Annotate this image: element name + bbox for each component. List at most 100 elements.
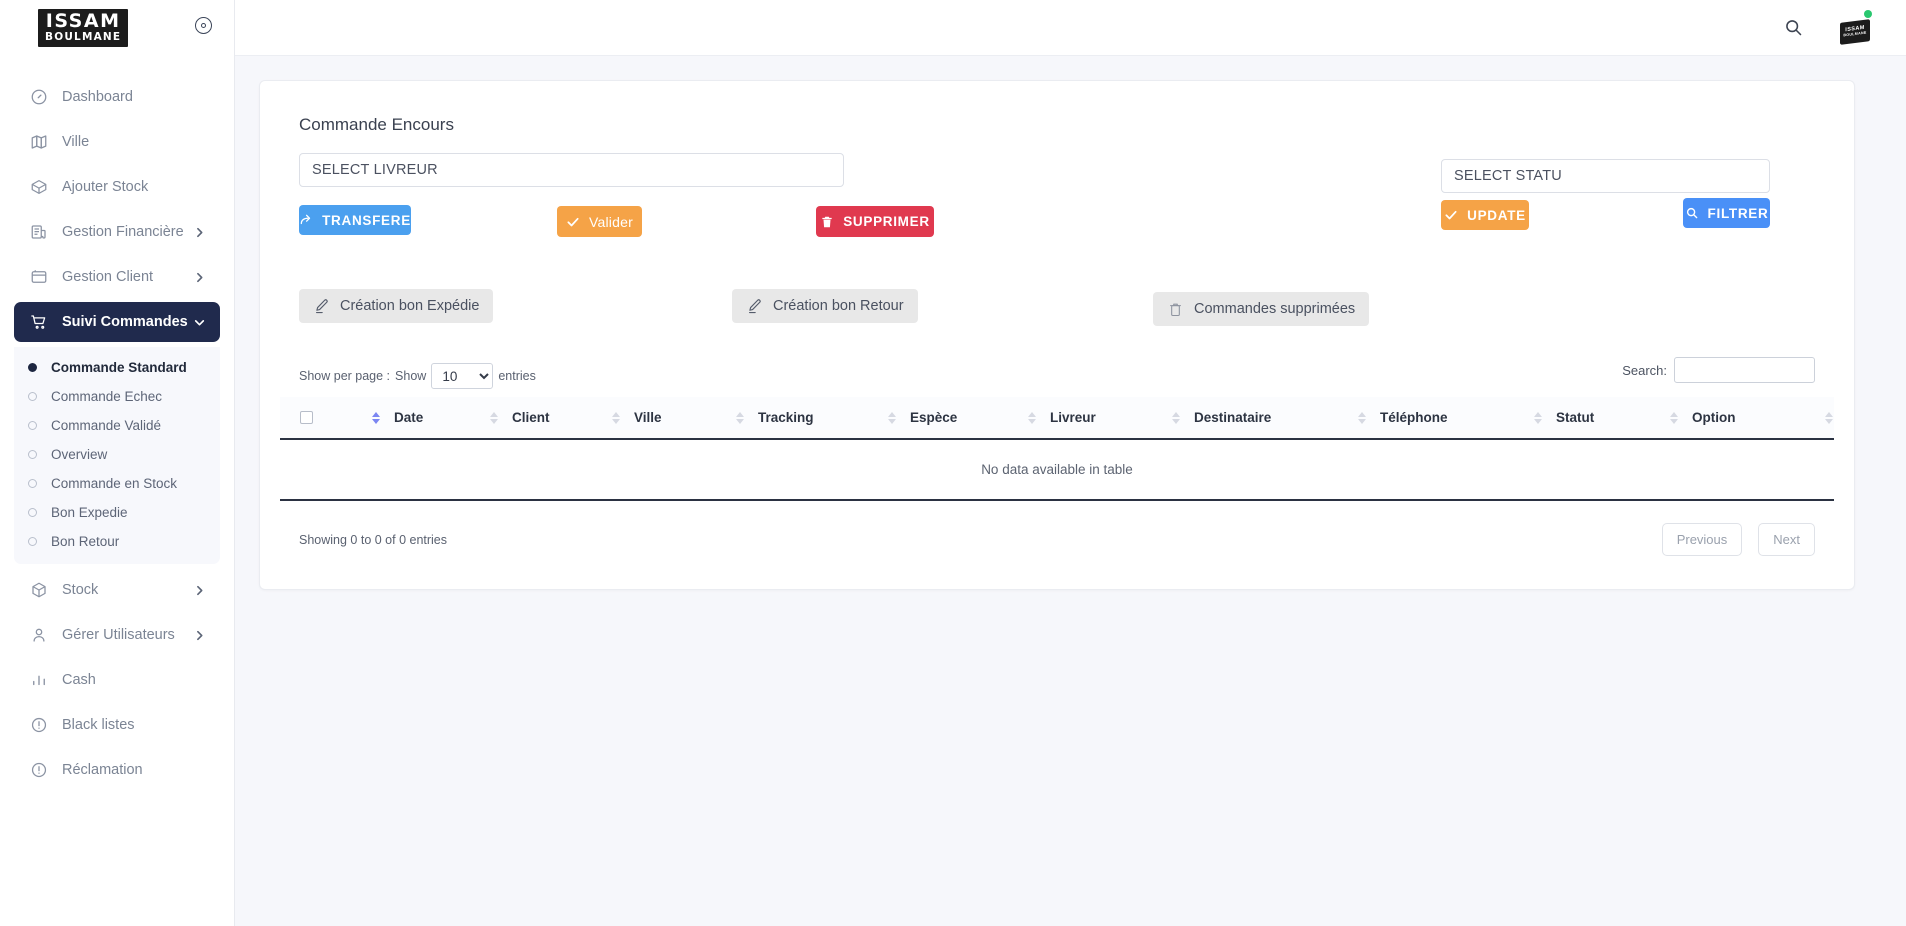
commandes-supprimees-button[interactable]: Commandes supprimées bbox=[1153, 292, 1370, 326]
sidebar-collapse-toggle-icon[interactable] bbox=[195, 17, 212, 34]
column-label: Ville bbox=[634, 410, 662, 425]
sidebar-item-label: Gestion Financière bbox=[62, 224, 184, 240]
chevron-right-icon bbox=[193, 271, 206, 284]
table-footer: Showing 0 to 0 of 0 entries Previous Nex… bbox=[280, 523, 1834, 559]
sidebar-item-reclamation[interactable]: Réclamation bbox=[14, 750, 220, 790]
sidebar-subitem-commande-echec[interactable]: Commande Echec bbox=[14, 382, 220, 411]
sidebar-subitem-commande-standard[interactable]: Commande Standard bbox=[14, 353, 220, 382]
transfere-button[interactable]: TRANSFERE bbox=[299, 205, 411, 235]
bullet-icon bbox=[28, 450, 37, 459]
sort-icon[interactable] bbox=[490, 411, 499, 425]
bullet-icon bbox=[28, 421, 37, 430]
column-label: Statut bbox=[1556, 410, 1595, 425]
page-size-select[interactable]: 10 25 50 100 bbox=[431, 363, 494, 389]
sort-icon[interactable] bbox=[612, 411, 621, 425]
sidebar-subitem-label: Commande Echec bbox=[51, 389, 163, 404]
sidebar-item-black-listes[interactable]: Black listes bbox=[14, 705, 220, 745]
column-label: Date bbox=[394, 410, 424, 425]
column-label: Téléphone bbox=[1380, 410, 1448, 425]
show-per-page-control: Show per page : Show 10 25 50 100 entrie… bbox=[299, 363, 536, 389]
next-page-button[interactable]: Next bbox=[1758, 523, 1815, 556]
column-option[interactable]: Option bbox=[1670, 397, 1834, 440]
avatar[interactable]: ISSAM BOULMANE bbox=[1840, 9, 1872, 45]
sort-icon[interactable] bbox=[1172, 411, 1181, 425]
gauge-icon bbox=[28, 86, 50, 108]
trash-icon bbox=[820, 215, 834, 229]
app-logo[interactable]: ISSAM BOULMANE bbox=[38, 9, 129, 47]
search-label: Search: bbox=[1622, 362, 1667, 378]
sidebar-item-suivi-commandes[interactable]: Suivi Commandes bbox=[14, 302, 220, 342]
creation-bon-expedie-button[interactable]: Création bon Expédie bbox=[299, 289, 494, 323]
supprimer-button[interactable]: SUPPRIMER bbox=[816, 206, 934, 237]
sidebar-nav: Dashboard Ville Ajouter Stock Gestion Fi… bbox=[0, 56, 234, 790]
sidebar-item-gerer-utilisateurs[interactable]: Gérer Utilisateurs bbox=[14, 615, 220, 655]
sidebar-item-stock[interactable]: Stock bbox=[14, 570, 220, 610]
table-header-row: Date Client Ville Tracking Espèce Livreu… bbox=[280, 397, 1834, 440]
column-tracking[interactable]: Tracking bbox=[736, 397, 888, 440]
transfere-label: TRANSFERE bbox=[322, 212, 411, 228]
creation-bon-retour-button[interactable]: Création bon Retour bbox=[732, 289, 918, 323]
status-badge-online bbox=[1864, 9, 1872, 18]
search-icon[interactable] bbox=[1783, 17, 1804, 38]
sort-icon[interactable] bbox=[736, 411, 745, 425]
sort-icon[interactable] bbox=[1670, 411, 1679, 425]
column-label: Tracking bbox=[758, 410, 814, 425]
sidebar-subitem-commande-valide[interactable]: Commande Validé bbox=[14, 411, 220, 440]
sidebar-subitem-bon-expedie[interactable]: Bon Expedie bbox=[14, 498, 220, 527]
sidebar-item-gestion-financiere[interactable]: Gestion Financière bbox=[14, 212, 220, 252]
cube-icon bbox=[28, 579, 50, 601]
chevron-down-icon bbox=[193, 316, 206, 329]
show-label: Show bbox=[395, 369, 427, 383]
column-select-all bbox=[280, 397, 372, 440]
commandes-table: Date Client Ville Tracking Espèce Livreu… bbox=[280, 397, 1834, 501]
page-title: Commande Encours bbox=[299, 115, 454, 134]
logo-line-1: ISSAM bbox=[45, 10, 121, 33]
sidebar-subitem-label: Bon Expedie bbox=[51, 505, 128, 520]
sort-icon[interactable] bbox=[1028, 411, 1037, 425]
column-client[interactable]: Client bbox=[490, 397, 612, 440]
sidebar-item-ville[interactable]: Ville bbox=[14, 122, 220, 162]
supprimer-label: SUPPRIMER bbox=[843, 214, 930, 229]
cart-icon bbox=[28, 311, 50, 333]
sidebar-item-gestion-client[interactable]: Gestion Client bbox=[14, 257, 220, 297]
select-statu[interactable]: SELECT STATU bbox=[1441, 159, 1770, 193]
avatar-line-2: BOULMANE bbox=[1843, 30, 1867, 38]
column-destinataire[interactable]: Destinataire bbox=[1172, 397, 1358, 440]
pencil-icon bbox=[746, 298, 763, 315]
column-telephone[interactable]: Téléphone bbox=[1358, 397, 1534, 440]
main-area: ISSAM BOULMANE Commande Encours SELECT L… bbox=[235, 0, 1906, 926]
entries-label: entries bbox=[498, 369, 536, 383]
sort-icon[interactable] bbox=[372, 411, 381, 425]
valider-button[interactable]: Valider bbox=[557, 206, 642, 237]
table-search-control: Search: bbox=[1622, 357, 1815, 383]
sidebar-subitem-label: Commande en Stock bbox=[51, 476, 178, 491]
column-label: Client bbox=[512, 410, 550, 425]
share-arrow-icon bbox=[299, 213, 313, 227]
bullet-icon bbox=[28, 537, 37, 546]
column-espece[interactable]: Espèce bbox=[888, 397, 1028, 440]
column-ville[interactable]: Ville bbox=[612, 397, 736, 440]
sidebar-item-label: Ville bbox=[62, 134, 90, 150]
sort-icon[interactable] bbox=[888, 411, 897, 425]
sidebar-item-label: Dashboard bbox=[62, 89, 133, 105]
previous-page-button[interactable]: Previous bbox=[1661, 523, 1743, 556]
sidebar-subitem-commande-en-stock[interactable]: Commande en Stock bbox=[14, 469, 220, 498]
select-livreur[interactable]: SELECT LIVREUR bbox=[299, 153, 844, 187]
column-statut[interactable]: Statut bbox=[1534, 397, 1670, 440]
filtrer-button[interactable]: FILTRER bbox=[1683, 198, 1770, 228]
sidebar-item-cash[interactable]: Cash bbox=[14, 660, 220, 700]
search-input[interactable] bbox=[1674, 357, 1815, 383]
sidebar-subitem-overview[interactable]: Overview bbox=[14, 440, 220, 469]
update-button[interactable]: UPDATE bbox=[1441, 200, 1529, 230]
column-date[interactable]: Date bbox=[372, 397, 490, 440]
sidebar-item-dashboard[interactable]: Dashboard bbox=[14, 77, 220, 117]
sidebar-subitem-label: Overview bbox=[51, 447, 108, 462]
sort-icon[interactable] bbox=[1358, 411, 1367, 425]
sidebar-subitem-bon-retour[interactable]: Bon Retour bbox=[14, 527, 220, 556]
column-livreur[interactable]: Livreur bbox=[1028, 397, 1172, 440]
sort-icon[interactable] bbox=[1825, 411, 1834, 425]
sort-icon[interactable] bbox=[1534, 411, 1543, 425]
sidebar-item-ajouter-stock[interactable]: Ajouter Stock bbox=[14, 167, 220, 207]
sidebar-subitem-label: Bon Retour bbox=[51, 534, 120, 549]
select-all-checkbox[interactable] bbox=[300, 411, 313, 424]
